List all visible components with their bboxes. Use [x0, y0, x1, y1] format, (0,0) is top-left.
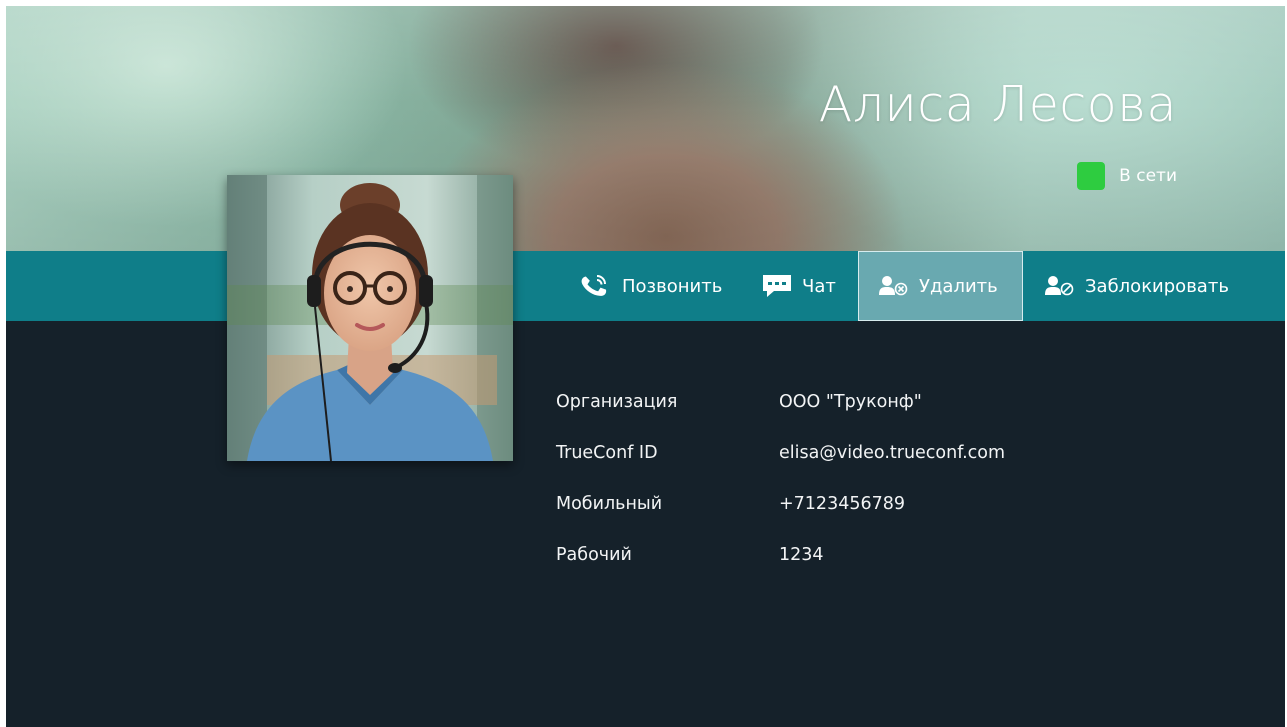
chat-button[interactable]: Чат — [750, 251, 858, 321]
call-button-label: Позвонить — [622, 275, 723, 297]
chat-button-label: Чат — [802, 275, 836, 297]
contact-name: Алиса Лесова — [818, 76, 1177, 133]
action-buttons: Позвонить Чат Удалить Заблокировать — [566, 251, 1241, 321]
detail-label: Мобильный — [556, 493, 663, 514]
detail-label: TrueConf ID — [556, 442, 658, 463]
detail-label: Рабочий — [556, 544, 632, 565]
chat-icon — [762, 274, 792, 298]
action-bar: Позвонить Чат Удалить Заблокировать — [6, 251, 1285, 321]
block-user-icon — [1045, 275, 1075, 297]
contact-profile-screen: Алиса Лесова В сети Позвонить Чат Удалит… — [6, 6, 1285, 727]
detail-value: elisa@video.trueconf.com — [779, 442, 1006, 463]
detail-value: +7123456789 — [779, 493, 906, 514]
detail-value: 1234 — [779, 544, 824, 565]
contact-avatar — [227, 175, 513, 461]
delete-button-label: Удалить — [919, 275, 998, 297]
contact-details: Организация ООО "Труконф" TrueConf ID el… — [556, 376, 1005, 580]
detail-row-mobile: Мобильный +7123456789 — [556, 478, 1005, 529]
remove-user-icon — [879, 275, 909, 297]
detail-row-work: Рабочий 1234 — [556, 529, 1005, 580]
call-button[interactable]: Позвонить — [566, 251, 750, 321]
detail-row-organization: Организация ООО "Труконф" — [556, 376, 1005, 427]
status-label: В сети — [1119, 166, 1177, 186]
delete-contact-button[interactable]: Удалить — [858, 251, 1023, 321]
presence-status: В сети — [1077, 162, 1177, 190]
detail-value: ООО "Труконф" — [779, 391, 922, 412]
detail-row-trueconf-id: TrueConf ID elisa@video.trueconf.com — [556, 427, 1005, 478]
phone-icon — [578, 271, 612, 301]
block-contact-button[interactable]: Заблокировать — [1023, 251, 1241, 321]
online-status-indicator — [1077, 162, 1106, 190]
detail-label: Организация — [556, 391, 678, 412]
block-button-label: Заблокировать — [1085, 275, 1229, 297]
